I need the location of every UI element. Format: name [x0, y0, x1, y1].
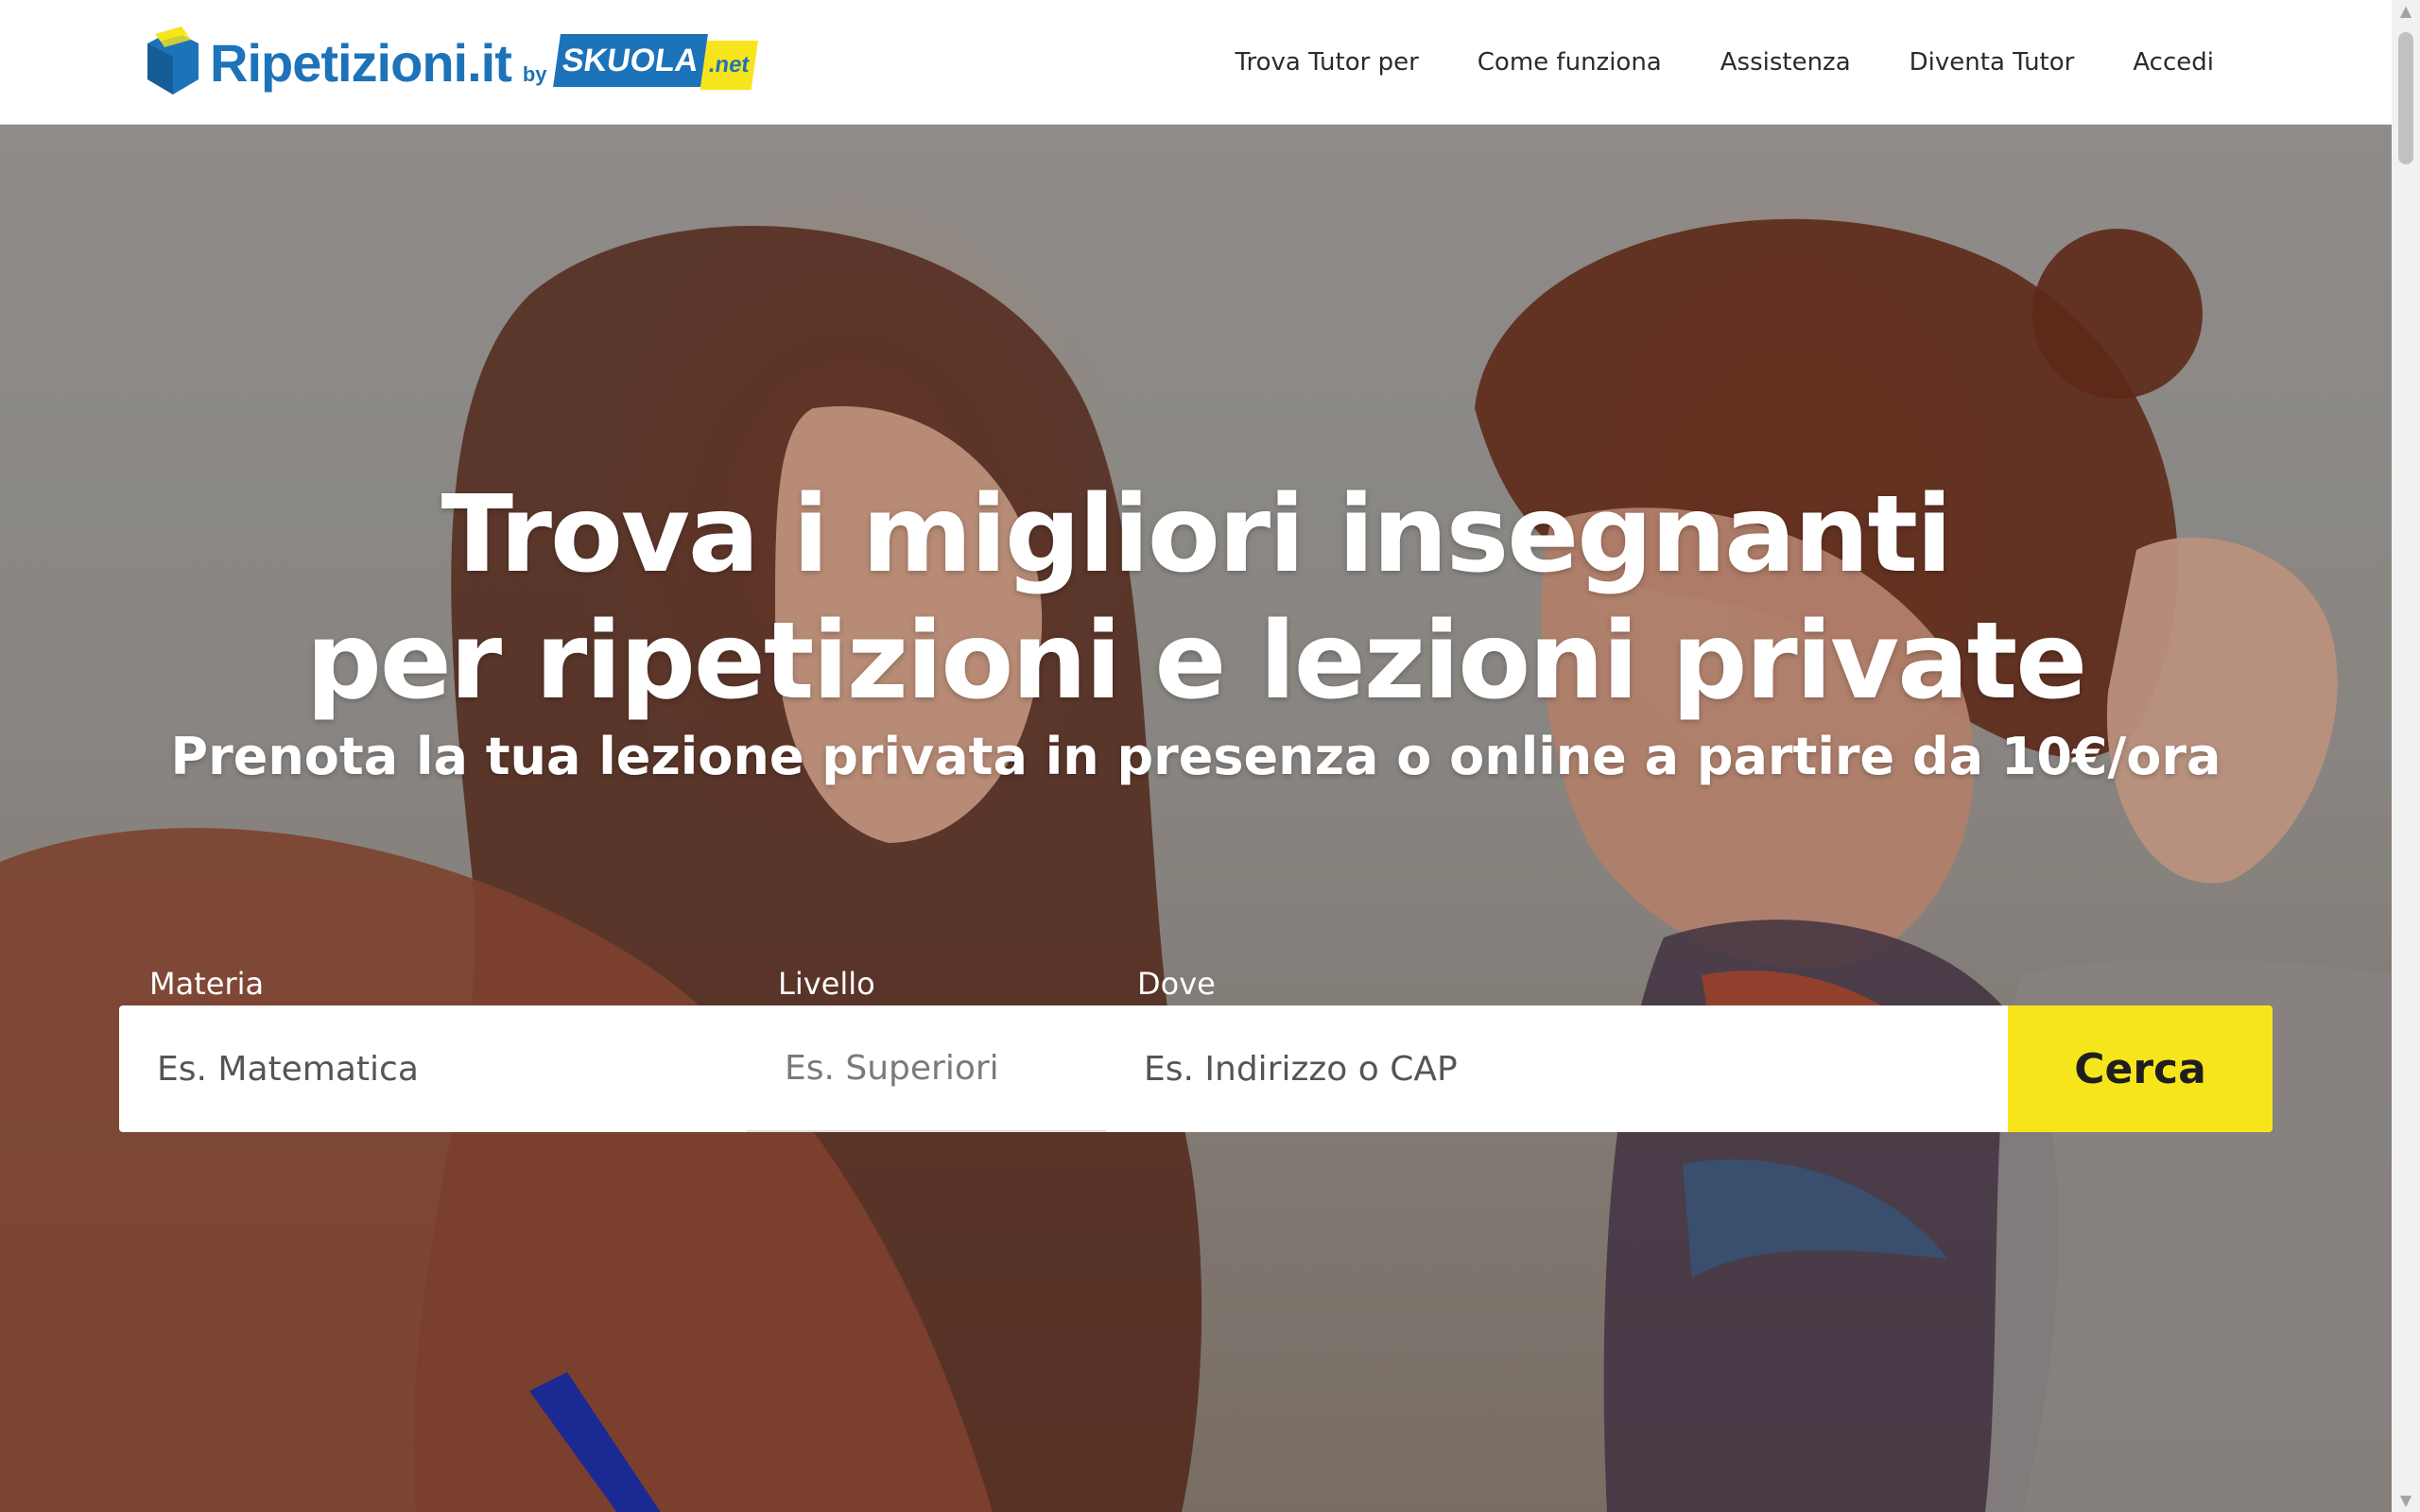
skuola-badge-main: SKUOLA	[552, 34, 708, 87]
nav-come-funziona[interactable]: Come funziona	[1478, 48, 1662, 77]
logo-wordmark: Ripetizioni.it	[210, 32, 512, 93]
hero-headline-line2: per ripetizioni e lezioni private	[305, 600, 2088, 723]
site-header: Ripetizioni.it by SKUOLA .net Trova Tuto…	[0, 0, 2392, 125]
site-logo[interactable]: Ripetizioni.it by SKUOLA .net	[144, 25, 758, 100]
nav-trova-tutor[interactable]: Trova Tutor per	[1235, 48, 1418, 77]
materia-label: Materia	[149, 966, 265, 1002]
skuola-badge-suffix: .net	[699, 41, 758, 90]
nav-assistenza[interactable]: Assistenza	[1720, 48, 1851, 77]
livello-label: Livello	[778, 966, 875, 1002]
dove-input[interactable]	[1106, 1005, 2008, 1132]
cerca-button[interactable]: Cerca	[2008, 1005, 2273, 1132]
logo-by-text: by	[522, 62, 547, 86]
hero-overlay	[0, 125, 2392, 1512]
materia-input[interactable]	[119, 1005, 747, 1132]
hero-subline: Prenota la tua lezione privata in presen…	[170, 727, 2221, 786]
nav-accedi[interactable]: Accedi	[2133, 48, 2214, 77]
skuola-badge: SKUOLA .net	[552, 33, 758, 90]
nav-diventa-tutor[interactable]: Diventa Tutor	[1910, 48, 2075, 77]
hero-headline: Trova i migliori insegnanti per ripetizi…	[0, 472, 2392, 725]
hero-section	[0, 125, 2392, 1512]
main-nav: Trova Tutor per Come funziona Assistenza…	[1176, 0, 2214, 124]
livello-input[interactable]	[747, 1005, 1106, 1132]
book-cube-icon	[147, 26, 199, 94]
page-scrollbar[interactable]: ▲ ▼	[2392, 0, 2420, 1512]
dove-label: Dove	[1137, 966, 1216, 1002]
scroll-thumb[interactable]	[2398, 32, 2413, 164]
hero-headline-line1: Trova i migliori insegnanti	[441, 473, 1953, 596]
scroll-down-icon[interactable]: ▼	[2392, 1489, 2420, 1512]
search-form: Cerca	[119, 1005, 2273, 1132]
scroll-up-icon[interactable]: ▲	[2392, 0, 2420, 23]
